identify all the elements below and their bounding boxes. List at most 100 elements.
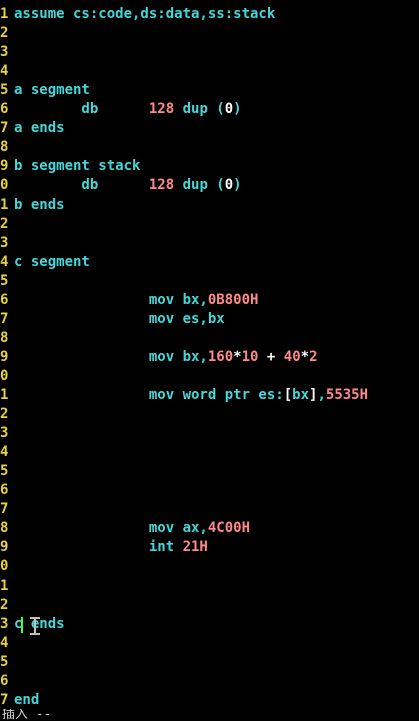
code-editor[interactable]: 1 assume cs:code,ds:data,ss:stack 2 3 4 5 a se…: [0, 0, 419, 721]
line-number: 4: [0, 253, 8, 270]
code-line[interactable]: 7 a ends: [0, 119, 419, 138]
line-text: a segment: [14, 81, 90, 100]
code-token: a ends: [14, 120, 65, 137]
line-text: db 128 dup (0): [14, 100, 242, 119]
status-bar: 插入 --: [0, 709, 419, 721]
code-line[interactable]: 1 mov word ptr es:[bx],5535H: [0, 386, 419, 405]
line-text: mov es,bx: [14, 310, 225, 329]
line-number: 9: [0, 158, 8, 175]
line-number: 2: [0, 596, 8, 613]
line-text: c segment: [14, 253, 90, 272]
code-token: dup (: [174, 101, 225, 118]
line-number: 3: [0, 425, 8, 442]
code-token: 4C00H: [207, 520, 251, 537]
code-line[interactable]: 9 mov bx,160*10 + 40*2: [0, 348, 419, 367]
code-line[interactable]: 1: [0, 577, 419, 596]
line-number: 9: [0, 539, 8, 556]
code-token: dup (: [174, 177, 225, 194]
code-line[interactable]: 1 b ends: [0, 196, 419, 215]
line-number: 9: [0, 348, 8, 365]
text-cursor: [21, 616, 24, 633]
code-line[interactable]: 6: [0, 481, 419, 500]
code-line[interactable]: 7 end: [0, 691, 419, 710]
code-line[interactable]: 8 mov ax,4C00H: [0, 519, 419, 538]
code-line[interactable]: 7 mov es,bx: [0, 310, 419, 329]
line-text: mov bx,0B800H: [14, 291, 259, 310]
code-line[interactable]: 3: [0, 234, 419, 253]
code-line[interactable]: 0: [0, 557, 419, 576]
code-line[interactable]: 6 db 128 dup (0): [0, 100, 419, 119]
code-token: 0: [224, 177, 234, 194]
line-number: 4: [0, 634, 8, 651]
code-line[interactable]: 1 assume cs:code,ds:data,ss:stack: [0, 5, 419, 24]
code-line[interactable]: 7: [0, 500, 419, 519]
line-number: 2: [0, 406, 8, 423]
code-token: db: [14, 177, 149, 194]
code-token: ,: [317, 387, 326, 403]
code-token: 128: [148, 101, 175, 118]
line-text: b segment stack: [14, 157, 140, 176]
line-number: 6: [0, 291, 8, 308]
code-token: 21H: [182, 539, 208, 556]
line-text: assume cs:code,ds:data,ss:stack: [14, 5, 275, 24]
code-token: mov bx,: [14, 348, 208, 365]
code-line[interactable]: 5: [0, 272, 419, 291]
code-line[interactable]: 5: [0, 653, 419, 672]
code-line[interactable]: 5 a segment: [0, 81, 419, 100]
code-token: 0: [224, 101, 234, 118]
line-number: 5: [0, 463, 8, 480]
line-number: 6: [0, 672, 8, 689]
line-number: 3: [0, 234, 8, 251]
code-line[interactable]: 3c ends: [0, 615, 419, 634]
code-token: 10: [241, 348, 259, 365]
code-token: mov es,bx: [14, 310, 225, 327]
line-number: 3: [0, 615, 8, 632]
code-line[interactable]: 2: [0, 24, 419, 43]
code-token: 160: [207, 348, 234, 365]
line-number: 0: [0, 367, 8, 384]
code-line[interactable]: 3: [0, 424, 419, 443]
code-line[interactable]: 4 c segment: [0, 253, 419, 272]
code-token: db: [14, 101, 149, 118]
code-line[interactable]: 8: [0, 329, 419, 348]
code-line[interactable]: 9 b segment stack: [0, 157, 419, 176]
code-token: 40: [283, 348, 301, 365]
code-line[interactable]: 0 db 128 dup (0): [0, 176, 419, 195]
code-token: int: [14, 539, 183, 556]
code-line[interactable]: 4: [0, 443, 419, 462]
line-text: db 128 dup (0): [14, 176, 242, 195]
code-line[interactable]: 3: [0, 43, 419, 62]
code-token: ): [233, 177, 242, 194]
code-token: mov ax,: [14, 520, 208, 537]
code-token: +: [258, 348, 284, 365]
code-token: *: [233, 348, 242, 365]
code-line[interactable]: 8: [0, 138, 419, 157]
line-number: 2: [0, 215, 8, 232]
line-number: 7: [0, 120, 8, 137]
code-token: assume cs:code,ds:data,ss:stack: [14, 6, 276, 22]
code-line[interactable]: 2: [0, 596, 419, 615]
line-number: 6: [0, 101, 8, 118]
line-number: 5: [0, 82, 8, 99]
code-line[interactable]: 2: [0, 215, 419, 234]
code-line[interactable]: 2: [0, 405, 419, 424]
code-line[interactable]: 6: [0, 672, 419, 691]
code-line[interactable]: 5: [0, 462, 419, 481]
line-number: 2: [0, 25, 8, 42]
line-number: 5: [0, 653, 8, 670]
code-token: bx: [292, 387, 310, 403]
code-line[interactable]: 0: [0, 367, 419, 386]
code-token: ): [233, 101, 242, 118]
code-line[interactable]: 4: [0, 634, 419, 653]
line-number: 0: [0, 177, 8, 194]
line-text: mov ax,4C00H: [14, 519, 250, 538]
line-number: 4: [0, 63, 8, 80]
code-line[interactable]: 4: [0, 62, 419, 81]
code-line[interactable]: 6 mov bx,0B800H: [0, 291, 419, 310]
code-token: 2: [309, 348, 318, 365]
code-token: *: [300, 348, 310, 365]
line-number: 7: [0, 691, 8, 708]
line-text: mov word ptr es:[bx],5535H: [14, 386, 368, 405]
line-number: 5: [0, 272, 8, 289]
code-line[interactable]: 9 int 21H: [0, 538, 419, 557]
